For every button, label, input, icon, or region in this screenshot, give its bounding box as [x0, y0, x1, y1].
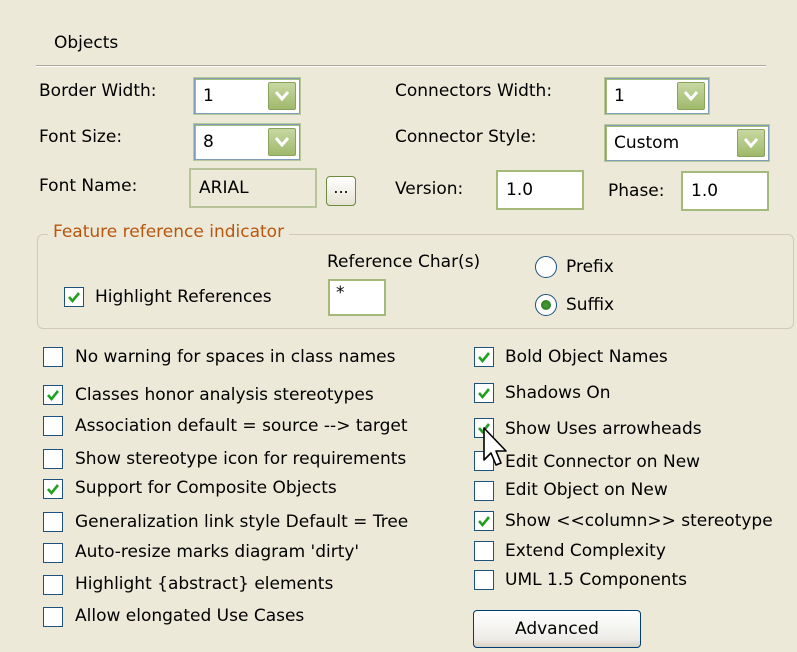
option-label[interactable]: UML 1.5 Components: [505, 570, 687, 590]
connector-style-label: Connector Style:: [395, 127, 537, 147]
suffix-label[interactable]: Suffix: [566, 295, 614, 315]
font-name-value: ARIAL: [199, 178, 249, 198]
option-label[interactable]: Show stereotype icon for requirements: [75, 449, 406, 469]
option-checkbox-auto-resize[interactable]: [43, 543, 63, 563]
font-name-field[interactable]: ARIAL: [189, 168, 317, 208]
chevron-down-icon[interactable]: [677, 82, 705, 110]
font-size-combo[interactable]: 8: [194, 124, 300, 160]
option-label[interactable]: Auto-resize marks diagram 'dirty': [75, 542, 359, 562]
option-label[interactable]: Edit Connector on New: [505, 452, 700, 472]
option-label[interactable]: Shadows On: [505, 383, 611, 403]
border-width-label: Border Width:: [39, 81, 157, 101]
border-width-value: 1: [203, 86, 214, 106]
option-checkbox-composite-objects[interactable]: [43, 479, 63, 499]
highlight-references-checkbox[interactable]: [64, 287, 84, 307]
prefix-label[interactable]: Prefix: [566, 257, 614, 277]
objects-group-title: Objects: [54, 33, 119, 53]
option-checkbox-shadows-on[interactable]: [474, 383, 494, 403]
option-checkbox-uml15-components[interactable]: [474, 570, 494, 590]
option-label[interactable]: Show <<column>> stereotype: [505, 511, 773, 531]
chevron-down-icon[interactable]: [737, 129, 765, 157]
option-checkbox-column-stereotype[interactable]: [474, 511, 494, 531]
option-label[interactable]: Extend Complexity: [505, 541, 666, 561]
option-label[interactable]: Edit Object on New: [505, 480, 668, 500]
font-size-label: Font Size:: [39, 127, 123, 147]
option-label[interactable]: Bold Object Names: [505, 347, 668, 367]
phase-value: 1.0: [691, 181, 719, 201]
border-width-combo[interactable]: 1: [194, 78, 300, 114]
option-checkbox-edit-object-new[interactable]: [474, 481, 494, 501]
mouse-pointer-icon: [483, 427, 507, 466]
option-checkbox-highlight-abstract[interactable]: [43, 575, 63, 595]
option-label[interactable]: Generalization link style Default = Tree: [75, 512, 408, 532]
feature-reference-group: [37, 234, 794, 329]
objects-group-divider: [36, 65, 766, 67]
version-label: Version:: [395, 179, 464, 199]
option-checkbox-bold-object-names[interactable]: [474, 347, 494, 367]
option-checkbox-elongated-use-cases[interactable]: [43, 607, 63, 627]
browse-font-button[interactable]: ...: [326, 176, 356, 206]
version-value: 1.0: [506, 180, 534, 200]
connectors-width-label: Connectors Width:: [395, 81, 553, 101]
option-checkbox-no-warning-spaces[interactable]: [43, 347, 63, 367]
advanced-button[interactable]: Advanced: [473, 610, 641, 648]
option-label[interactable]: Highlight {abstract} elements: [75, 574, 333, 594]
reference-chars-value: *: [336, 283, 345, 303]
option-label[interactable]: Allow elongated Use Cases: [75, 606, 304, 626]
font-name-label: Font Name:: [39, 176, 138, 196]
font-size-value: 8: [203, 132, 214, 152]
feature-reference-legend: Feature reference indicator: [48, 221, 290, 243]
option-checkbox-generalization-tree[interactable]: [43, 512, 63, 532]
option-label[interactable]: Classes honor analysis stereotypes: [75, 385, 374, 405]
reference-chars-label: Reference Char(s): [327, 252, 481, 272]
option-label[interactable]: No warning for spaces in class names: [75, 347, 396, 367]
phase-label: Phase:: [608, 181, 665, 201]
option-checkbox-extend-complexity[interactable]: [474, 541, 494, 561]
option-checkbox-stereotype-icon[interactable]: [43, 449, 63, 469]
option-label[interactable]: Support for Composite Objects: [75, 478, 337, 498]
chevron-down-icon[interactable]: [268, 128, 296, 156]
reference-chars-field[interactable]: *: [328, 279, 386, 316]
connector-style-value: Custom: [614, 133, 680, 153]
option-label[interactable]: Association default = source --> target: [75, 416, 408, 436]
version-field[interactable]: 1.0: [496, 170, 584, 210]
option-checkbox-association-default[interactable]: [43, 416, 63, 436]
radio-selected-dot: [541, 300, 551, 310]
option-label[interactable]: Show Uses arrowheads: [505, 419, 702, 439]
option-checkbox-analysis-stereotypes[interactable]: [43, 385, 63, 405]
connectors-width-value: 1: [614, 86, 625, 106]
suffix-radio[interactable]: [535, 294, 557, 316]
connector-style-combo[interactable]: Custom: [605, 125, 769, 161]
chevron-down-icon[interactable]: [268, 82, 296, 110]
prefix-radio[interactable]: [535, 256, 557, 278]
connectors-width-combo[interactable]: 1: [605, 78, 709, 114]
phase-field[interactable]: 1.0: [681, 171, 769, 211]
highlight-references-label[interactable]: Highlight References: [95, 287, 272, 307]
